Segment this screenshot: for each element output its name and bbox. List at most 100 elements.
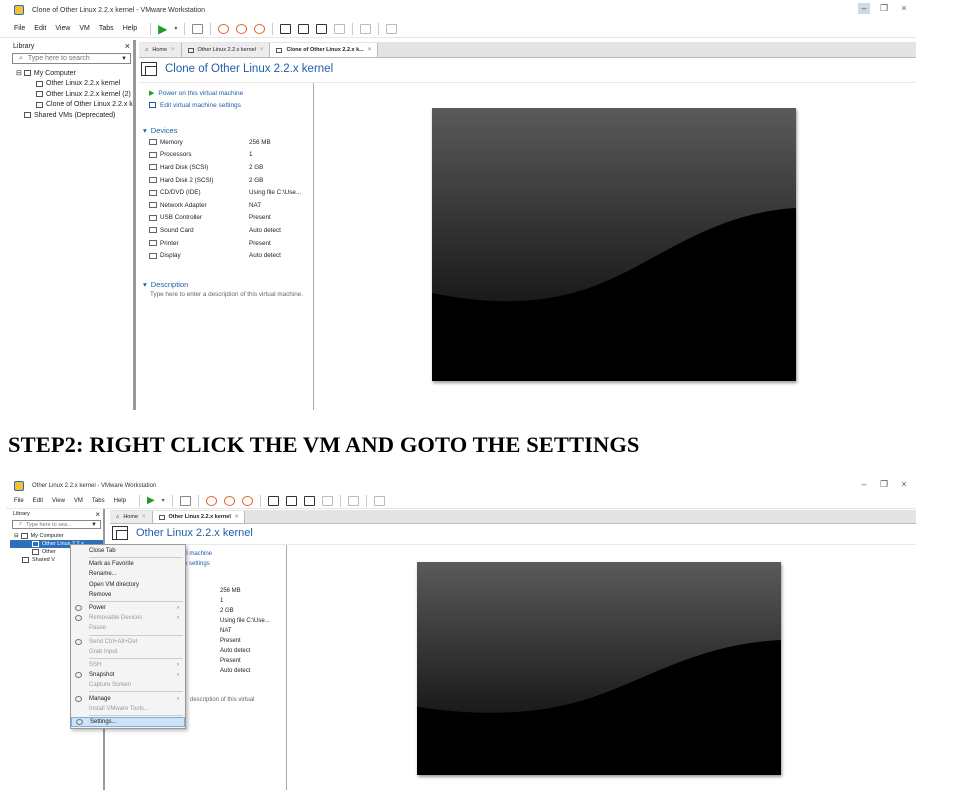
restore-button[interactable]: ❐ (878, 479, 890, 490)
tree-shared-vms[interactable]: Shared VMs (Deprecated) (10, 110, 133, 121)
search-dropdown-icon[interactable]: ▼ (121, 56, 127, 62)
context-menu-item-removable-devices[interactable]: Removable Devices › (71, 613, 185, 623)
send-keys-icon[interactable] (179, 495, 191, 506)
device-row[interactable]: Sound Card Auto detect (149, 224, 311, 237)
close-window-button[interactable]: × (898, 479, 910, 490)
tree-vm-item-selected[interactable]: Clone of Other Linux 2.2.x k (10, 100, 133, 111)
show-library-icon[interactable] (280, 23, 292, 34)
menu-view[interactable]: View (55, 25, 70, 32)
console-view-icon[interactable] (360, 23, 372, 34)
context-menu-item-close-tab[interactable]: Close Tab (71, 546, 185, 556)
send-keys-icon[interactable] (192, 23, 204, 34)
description-header[interactable]: ▾ Description (143, 278, 311, 290)
context-menu-item-install-vmware-tools[interactable]: Install VMware Tools... (71, 704, 185, 714)
tab-close-icon[interactable]: × (260, 47, 264, 53)
context-menu-item-snapshot[interactable]: Snapshot › (71, 670, 185, 680)
context-menu-item-capture-screen[interactable]: Capture Screen (71, 680, 185, 690)
stretch-guest-icon[interactable] (386, 23, 398, 34)
stretch-guest-icon[interactable] (373, 495, 385, 506)
library-close-button[interactable]: × (125, 41, 130, 51)
menu-file[interactable]: File (14, 498, 24, 504)
unity-icon[interactable] (321, 495, 333, 506)
tab-close-icon[interactable]: × (171, 47, 175, 53)
full-screen-icon[interactable] (303, 495, 315, 506)
context-menu-item-manage[interactable]: Manage › (71, 693, 185, 703)
menu-help[interactable]: Help (114, 498, 126, 504)
restore-button[interactable]: ❐ (878, 3, 890, 14)
menu-vm[interactable]: VM (74, 498, 83, 504)
collapse-icon[interactable]: ⊟ (14, 533, 19, 539)
context-menu-item-send-ctrl-alt-del[interactable]: Send Ctrl+Alt+Del (71, 637, 185, 647)
tab-close-icon[interactable]: × (235, 514, 239, 520)
context-menu-item-pause[interactable]: Pause (71, 623, 185, 633)
thumbnail-bar-icon[interactable] (285, 495, 297, 506)
menu-view[interactable]: View (52, 498, 65, 504)
device-row[interactable]: Printer Present (149, 237, 311, 250)
close-window-button[interactable]: × (898, 3, 910, 14)
unity-icon[interactable] (334, 23, 346, 34)
power-on-icon[interactable]: ▶ (147, 495, 155, 506)
menu-tabs[interactable]: Tabs (99, 25, 114, 32)
menu-edit[interactable]: Edit (33, 498, 43, 504)
tab-other-linux[interactable]: Other Linux 2.2.x kernel × (181, 43, 271, 57)
full-screen-icon[interactable] (316, 23, 328, 34)
tree-vm-item[interactable]: Other Linux 2.2.x kernel (2) (10, 89, 133, 100)
menu-edit[interactable]: Edit (34, 25, 46, 32)
power-on-link[interactable]: ▶ Power on this virtual machine (149, 87, 243, 99)
snapshot-manager-icon[interactable] (241, 495, 253, 506)
collapse-icon[interactable]: ⊟ (16, 69, 22, 77)
tab-other-linux[interactable]: Other Linux 2.2.x kernel × (152, 511, 246, 523)
show-library-icon[interactable] (267, 495, 279, 506)
library-search-input[interactable]: ⌕ Type here to sea... ▼ (12, 520, 101, 529)
snapshot-icon[interactable] (218, 23, 230, 34)
description-text[interactable]: Type here to enter a description of this… (143, 290, 303, 299)
device-row[interactable]: USB Controller Present (149, 212, 311, 225)
context-menu-item-remove[interactable]: Remove (71, 590, 185, 600)
menu-vm[interactable]: VM (79, 25, 90, 32)
context-menu-item-mark-as-favorite[interactable]: Mark as Favorite (71, 559, 185, 569)
snapshot-manager-icon[interactable] (254, 23, 266, 34)
tree-my-computer[interactable]: ⊟ My Computer (10, 68, 133, 79)
device-row[interactable]: Network Adapter NAT (149, 199, 311, 212)
context-menu-item-grab-input[interactable]: Grab Input (71, 647, 185, 657)
tab-home[interactable]: ⌂ Home × (110, 511, 153, 523)
revert-snapshot-icon[interactable] (223, 495, 235, 506)
library-splitter[interactable] (133, 40, 136, 410)
device-row[interactable]: Hard Disk (SCSI) 2 GB (149, 161, 311, 174)
library-search-input[interactable]: ⌕ Type here to search ▼ (12, 53, 131, 64)
tab-close-icon[interactable]: × (142, 514, 146, 520)
devices-header[interactable]: ▾ Devices (143, 124, 311, 136)
context-menu-item-power[interactable]: Power › (71, 603, 185, 613)
menu-tabs[interactable]: Tabs (92, 498, 105, 504)
power-on-icon[interactable]: ▶ (158, 22, 167, 36)
vm-screen-preview[interactable] (432, 108, 796, 381)
device-row[interactable]: Display Auto detect (149, 249, 311, 262)
search-dropdown-icon[interactable]: ▼ (91, 522, 97, 528)
thumbnail-bar-icon[interactable] (298, 23, 310, 34)
device-row[interactable]: Processors 1 (149, 149, 311, 162)
menu-help[interactable]: Help (123, 25, 137, 32)
device-row[interactable]: Hard Disk 2 (SCSI) 2 GB (149, 174, 311, 187)
minimize-button[interactable]: – (858, 3, 870, 14)
library-close-button[interactable]: × (95, 510, 100, 519)
context-menu-item-settings[interactable]: Settings... (71, 716, 185, 727)
context-menu-item-ssh[interactable]: SSH › (71, 660, 185, 670)
device-row[interactable]: CD/DVD (IDE) Using file C:\Use... (149, 186, 311, 199)
context-menu-item-rename[interactable]: Rename... (71, 569, 185, 579)
tree-my-computer[interactable]: ⊟ My Computer (10, 532, 103, 540)
vm-screen-preview[interactable] (417, 562, 781, 775)
snapshot-icon[interactable] (205, 495, 217, 506)
tree-vm-item[interactable]: Other Linux 2.2.x kernel (10, 79, 133, 90)
power-dropdown-icon[interactable]: ▾ (174, 25, 177, 32)
console-view-icon[interactable] (347, 495, 359, 506)
tab-clone[interactable]: Clone of Other Linux 2.2.x k... × (270, 43, 379, 57)
tab-home[interactable]: ⌂ Home × (139, 43, 182, 57)
minimize-button[interactable]: – (858, 479, 870, 490)
power-dropdown-icon[interactable]: ▾ (162, 497, 165, 504)
context-menu-item-open-vm-directory[interactable]: Open VM directory (71, 580, 185, 590)
edit-settings-link[interactable]: Edit virtual machine settings (149, 99, 243, 111)
revert-snapshot-icon[interactable] (236, 23, 248, 34)
menu-file[interactable]: File (14, 25, 25, 32)
device-row[interactable]: Memory 256 MB (149, 136, 311, 149)
tab-close-icon[interactable]: × (368, 47, 372, 53)
